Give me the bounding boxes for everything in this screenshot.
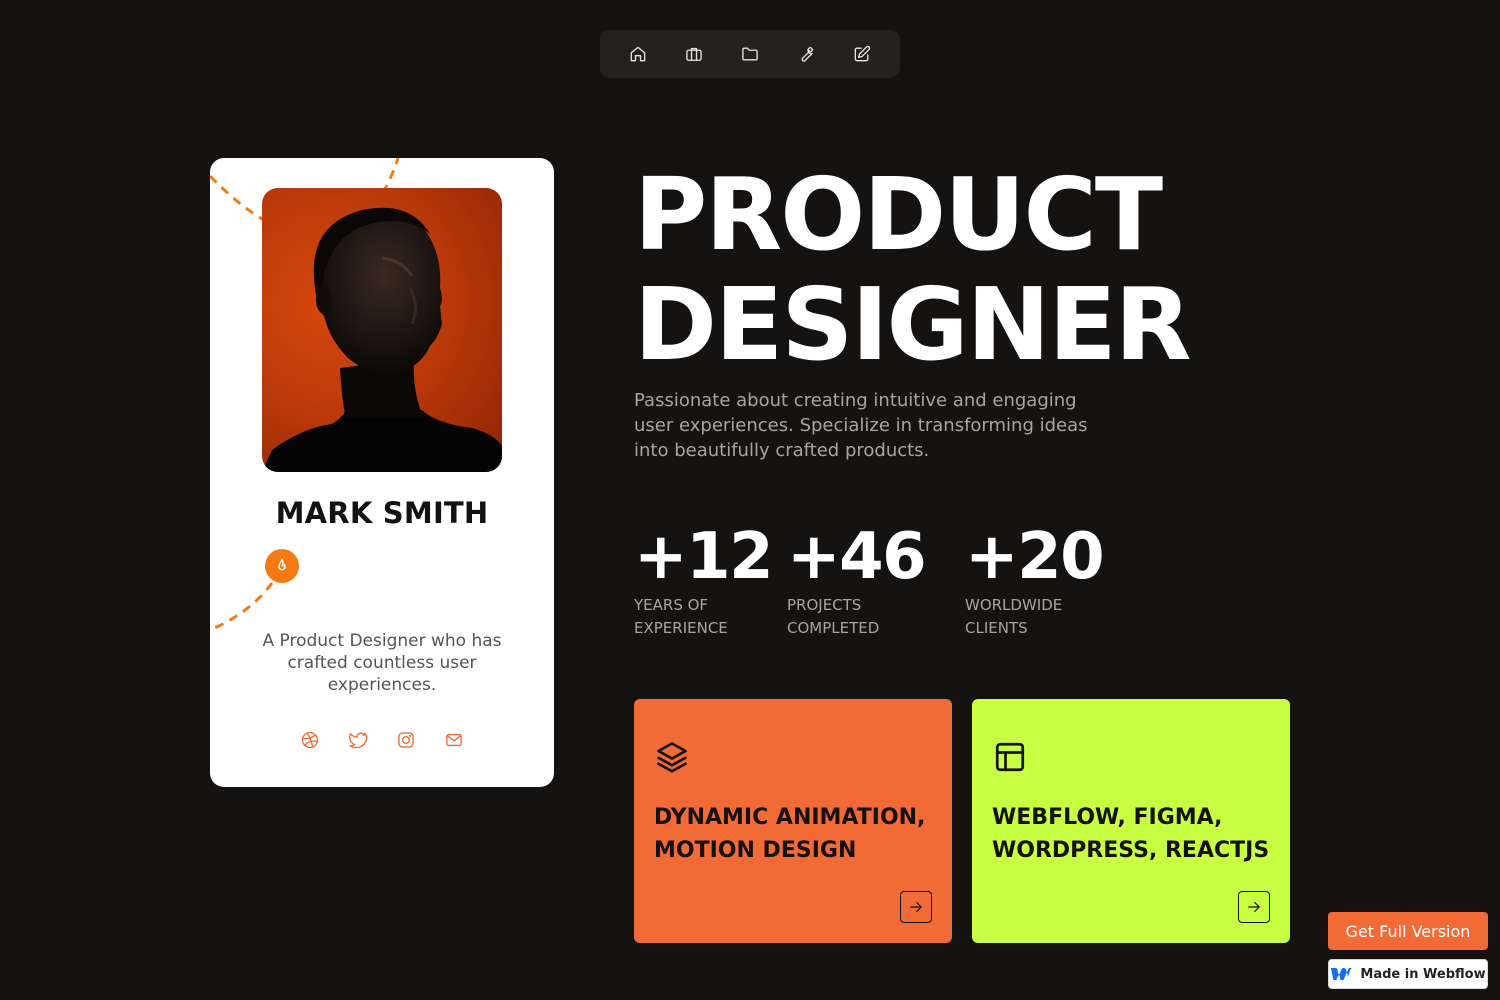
stat-label-line2: EXPERIENCE [634, 619, 728, 637]
home-icon [630, 46, 646, 62]
stat-label-line2: COMPLETED [787, 619, 880, 637]
made-in-webflow-label: Made in Webflow [1360, 966, 1486, 982]
layout-icon [995, 742, 1025, 772]
social-links [210, 730, 554, 750]
stat-experience: +12 YEARS OF EXPERIENCE [634, 520, 774, 640]
skill-card-text: WEBFLOW, FIGMA, WORDPRESS, REACTJS [992, 801, 1282, 867]
stat-label-line1: YEARS OF [634, 596, 709, 614]
skill-card-animation[interactable]: DYNAMIC ANIMATION, MOTION DESIGN [634, 699, 952, 943]
webflow-logo-icon [1331, 968, 1354, 980]
top-nav [600, 30, 900, 78]
edit-icon [854, 45, 871, 62]
nav-home-button[interactable] [624, 40, 652, 68]
arrow-right-icon [910, 901, 922, 913]
stat-value: +46 [787, 520, 927, 594]
stat-clients: +20 WORLDWIDE CLIENTS [965, 520, 1105, 640]
mail-link[interactable] [444, 730, 464, 750]
skill-card-arrow-button[interactable] [900, 891, 932, 923]
stat-label-line1: WORLDWIDE [965, 596, 1063, 614]
hero-title: PRODUCT DESIGNER [634, 156, 1192, 383]
stat-label: WORLDWIDE CLIENTS [965, 594, 1103, 640]
instagram-icon [398, 732, 414, 748]
skill-card-line2: WORDPRESS, REACTJS [992, 838, 1270, 863]
dribbble-icon [301, 731, 319, 749]
skill-card-line1: WEBFLOW, FIGMA, [992, 805, 1223, 830]
skill-card-line2: MOTION DESIGN [654, 838, 857, 863]
wrench-icon [801, 46, 814, 62]
mail-icon [446, 733, 462, 747]
flame-badge [265, 549, 299, 583]
stat-label: PROJECTS COMPLETED [787, 594, 925, 640]
stat-projects: +46 PROJECTS COMPLETED [787, 520, 927, 640]
dribbble-link[interactable] [300, 730, 320, 750]
skill-card-tools[interactable]: WEBFLOW, FIGMA, WORDPRESS, REACTJS [972, 699, 1290, 943]
portrait-silhouette [262, 207, 502, 472]
hero-title-line1: PRODUCT [634, 156, 1163, 273]
stat-label-line2: CLIENTS [965, 619, 1028, 637]
briefcase-icon [686, 47, 702, 61]
stat-value: +12 [634, 520, 774, 594]
twitter-link[interactable] [348, 730, 368, 750]
flame-icon [278, 558, 286, 571]
stat-label: YEARS OF EXPERIENCE [634, 594, 772, 640]
profile-card: MARK SMITH A Product Designer who has cr… [210, 158, 554, 787]
twitter-icon [349, 732, 368, 749]
skill-card-arrow-button[interactable] [1238, 891, 1270, 923]
profile-name: MARK SMITH [275, 496, 489, 530]
skill-card-line1: DYNAMIC ANIMATION, [654, 805, 926, 830]
profile-photo [262, 188, 502, 472]
nav-tools-button[interactable] [792, 40, 820, 68]
nav-projects-button[interactable] [736, 40, 764, 68]
folder-icon [742, 47, 758, 61]
stat-label-line1: PROJECTS [787, 596, 862, 614]
get-full-version-button[interactable]: Get Full Version [1328, 912, 1488, 950]
nav-blog-button[interactable] [848, 40, 876, 68]
hero-description: Passionate about creating intuitive and … [634, 390, 1088, 461]
instagram-link[interactable] [396, 730, 416, 750]
stat-value: +20 [965, 520, 1105, 594]
skill-card-text: DYNAMIC ANIMATION, MOTION DESIGN [654, 801, 944, 867]
nav-work-button[interactable] [680, 40, 708, 68]
arrow-right-icon [1248, 901, 1260, 913]
profile-bio: A Product Designer who has crafted count… [262, 631, 502, 695]
made-in-webflow-badge[interactable]: Made in Webflow [1328, 959, 1488, 989]
layers-icon [657, 742, 687, 773]
hero-title-line2: DESIGNER [634, 266, 1192, 383]
